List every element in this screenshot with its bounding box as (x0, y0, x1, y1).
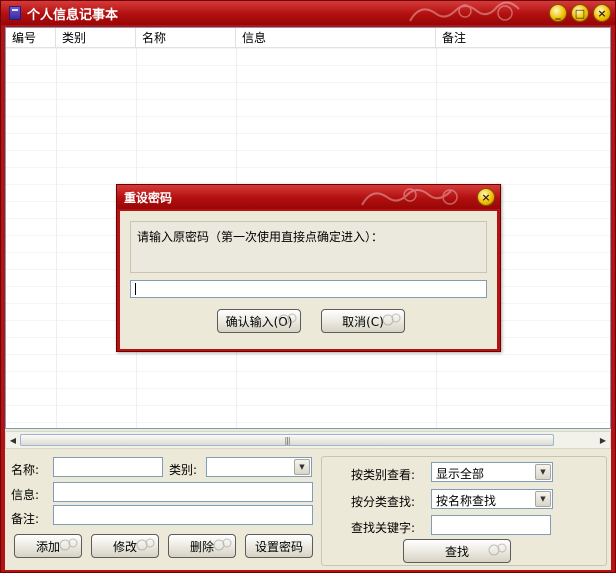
name-label: 名称: (11, 463, 40, 477)
list-header: 编号 类别 名称 信息 备注 (6, 28, 610, 48)
dialog-close-button[interactable]: × (477, 188, 495, 206)
set-password-button[interactable]: 设置密码 (245, 534, 313, 558)
keyword-label: 查找关键字: (351, 521, 416, 535)
scroll-right-arrow-icon[interactable]: ▶ (596, 434, 610, 446)
column-header-info[interactable]: 信息 (236, 28, 436, 48)
chevron-down-icon[interactable]: ▼ (294, 459, 310, 475)
column-header-id[interactable]: 编号 (6, 28, 56, 48)
scrollbar-thumb[interactable]: ||| (20, 434, 554, 446)
scroll-left-arrow-icon[interactable]: ◀ (6, 434, 20, 446)
swirl-ornament-icon (361, 188, 458, 206)
swirl-ornament-icon (59, 538, 78, 551)
text-caret (135, 283, 136, 295)
search-button-label: 查找 (444, 544, 469, 559)
cancel-button[interactable]: 取消(C) (321, 309, 405, 333)
swirl-ornament-icon (213, 538, 232, 551)
info-label: 信息: (11, 488, 40, 502)
close-button[interactable]: × (593, 4, 611, 22)
search-by-select[interactable]: 按名称查找 ▼ (431, 489, 553, 509)
main-window: 个人信息记事本 _ □ × 编号 类别 名称 信息 备注 ◀ ||| ▶ 名称:… (0, 0, 616, 573)
minimize-button[interactable]: _ (549, 4, 567, 22)
set-password-button-label: 设置密码 (254, 539, 303, 554)
window-title: 个人信息记事本 (27, 7, 119, 23)
column-header-category[interactable]: 类别 (56, 28, 136, 48)
category-label: 类别: (169, 463, 198, 477)
swirl-ornament-icon (488, 543, 507, 556)
chevron-down-icon[interactable]: ▼ (535, 491, 551, 507)
name-input[interactable] (53, 457, 163, 477)
search-button[interactable]: 查找 (403, 539, 511, 563)
add-button[interactable]: 添加 (14, 534, 82, 558)
column-header-name[interactable]: 名称 (136, 28, 236, 48)
note-label: 备注: (11, 512, 40, 526)
notebook-icon (9, 6, 21, 20)
edit-button[interactable]: 修改 (91, 534, 159, 558)
dialog-message-box: 请输入原密码（第一次使用直接点确定进入）： (130, 221, 487, 273)
swirl-ornament-icon (382, 313, 401, 326)
view-category-select[interactable]: 显示全部 ▼ (431, 462, 553, 482)
dialog-title: 重设密码 (124, 190, 173, 205)
info-input[interactable] (53, 482, 313, 502)
swirl-ornament-icon (409, 1, 520, 22)
by-category-label: 按类别查看: (351, 468, 416, 482)
view-category-value: 显示全部 (436, 467, 485, 481)
horizontal-scrollbar[interactable]: ◀ ||| ▶ (5, 431, 611, 449)
keyword-input[interactable] (431, 515, 551, 535)
maximize-button[interactable]: □ (571, 4, 589, 22)
title-bar[interactable]: 个人信息记事本 _ □ × (1, 1, 615, 25)
dialog-title-bar[interactable]: 重设密码 × (117, 185, 500, 209)
reset-password-dialog: 重设密码 × 请输入原密码（第一次使用直接点确定进入）： 确认输入(O) 取消(… (116, 184, 501, 352)
window-controls: _ □ × (549, 4, 611, 22)
column-header-note[interactable]: 备注 (436, 28, 610, 48)
swirl-ornament-icon (136, 538, 155, 551)
category-select[interactable]: ▼ (206, 457, 312, 477)
close-icon: × (481, 190, 491, 204)
minimize-icon: _ (555, 6, 561, 20)
delete-button[interactable]: 删除 (168, 534, 236, 558)
note-input[interactable] (53, 505, 313, 525)
confirm-button[interactable]: 确认输入(O) (217, 309, 301, 333)
old-password-input[interactable] (130, 280, 487, 298)
dialog-message: 请输入原密码（第一次使用直接点确定进入）： (137, 230, 384, 244)
search-by-value: 按名称查找 (436, 494, 497, 508)
chevron-down-icon[interactable]: ▼ (535, 464, 551, 480)
search-by-label: 按分类查找: (351, 495, 416, 509)
close-icon: × (597, 6, 607, 20)
cancel-button-label: 取消(C) (342, 314, 384, 329)
grip-icon: ||| (284, 435, 290, 445)
maximize-icon: □ (574, 6, 586, 20)
swirl-ornament-icon (278, 313, 297, 326)
dialog-body: 请输入原密码（第一次使用直接点确定进入）： 确认输入(O) 取消(C) (120, 211, 497, 349)
